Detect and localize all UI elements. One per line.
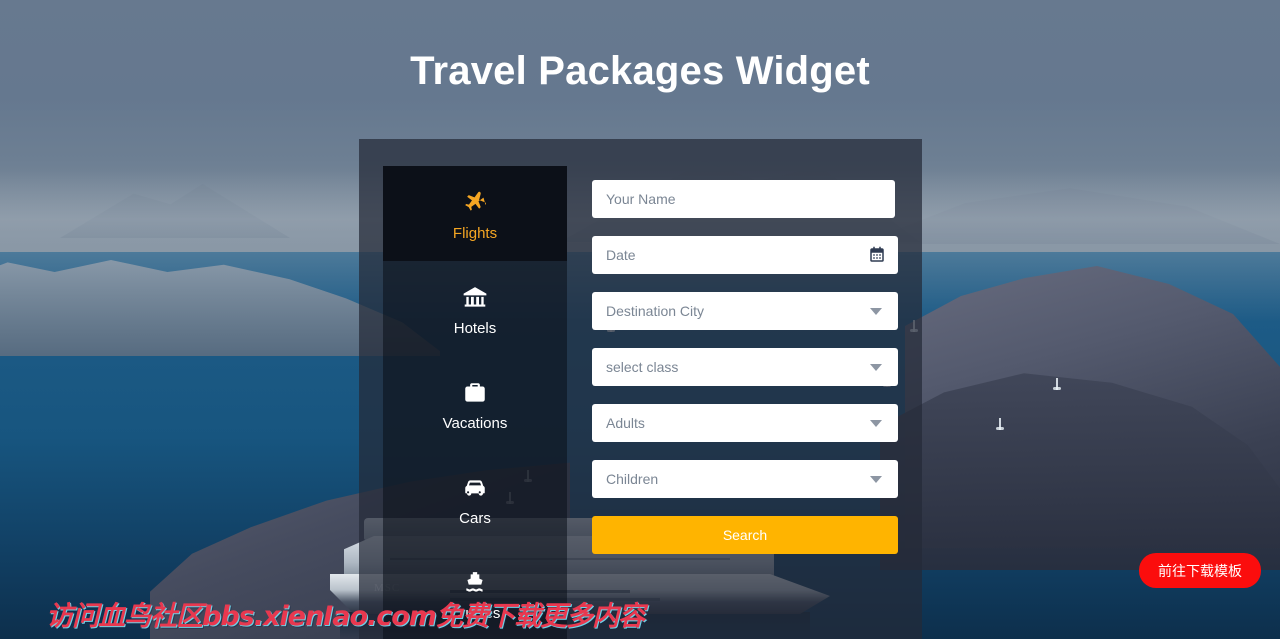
tab-label: Vacations	[442, 414, 508, 432]
chevron-down-icon	[870, 420, 882, 427]
destination-selected-value: Destination City	[606, 303, 705, 319]
suitcase-icon	[462, 376, 488, 406]
class-selected-value: select class	[606, 359, 679, 375]
tab-label: Hotels	[453, 319, 497, 337]
site-watermark: 访问血鸟社区bbs.xienIao.com免费下载更多内容	[46, 601, 645, 632]
destination-select[interactable]: Destination City	[592, 292, 898, 330]
children-selected-value: Children	[606, 471, 659, 487]
tab-label: Flights	[452, 224, 498, 242]
search-button[interactable]: Search	[592, 516, 898, 554]
adults-selected-value: Adults	[606, 415, 645, 431]
hotel-icon	[461, 281, 489, 311]
tab-label: Cars	[459, 509, 491, 527]
chevron-down-icon	[870, 364, 882, 371]
date-field[interactable]: Date	[592, 236, 898, 274]
calendar-icon[interactable]	[868, 246, 886, 269]
page-title: Travel Packages Widget	[410, 49, 870, 93]
date-input-placeholder: Date	[606, 247, 636, 263]
sailboat	[1053, 378, 1061, 390]
sailboat	[996, 418, 1004, 430]
travel-packages-widget: Flights Hotels Vacations Cars Cruises Yo…	[359, 139, 922, 639]
tab-cars[interactable]: Cars	[383, 451, 567, 546]
class-select[interactable]: select class	[592, 348, 898, 386]
download-template-button[interactable]: 前往下载模板	[1139, 553, 1261, 588]
chevron-down-icon	[870, 476, 882, 483]
page-root: MSC Travel Packages Widget Flights Hotel…	[0, 0, 1280, 639]
ship-icon	[461, 566, 489, 596]
chevron-down-icon	[870, 308, 882, 315]
adults-select[interactable]: Adults	[592, 404, 898, 442]
children-select[interactable]: Children	[592, 460, 898, 498]
tab-flights[interactable]: Flights	[383, 166, 567, 261]
tab-vacations[interactable]: Vacations	[383, 356, 567, 451]
name-field[interactable]: Your Name	[592, 180, 895, 218]
airplane-icon	[460, 186, 490, 216]
tab-hotels[interactable]: Hotels	[383, 261, 567, 356]
car-icon	[460, 471, 490, 501]
search-form: Your Name Date Destination City select c…	[592, 180, 898, 554]
name-input-placeholder: Your Name	[606, 191, 676, 207]
category-tab-list: Flights Hotels Vacations Cars Cruises	[383, 166, 567, 639]
